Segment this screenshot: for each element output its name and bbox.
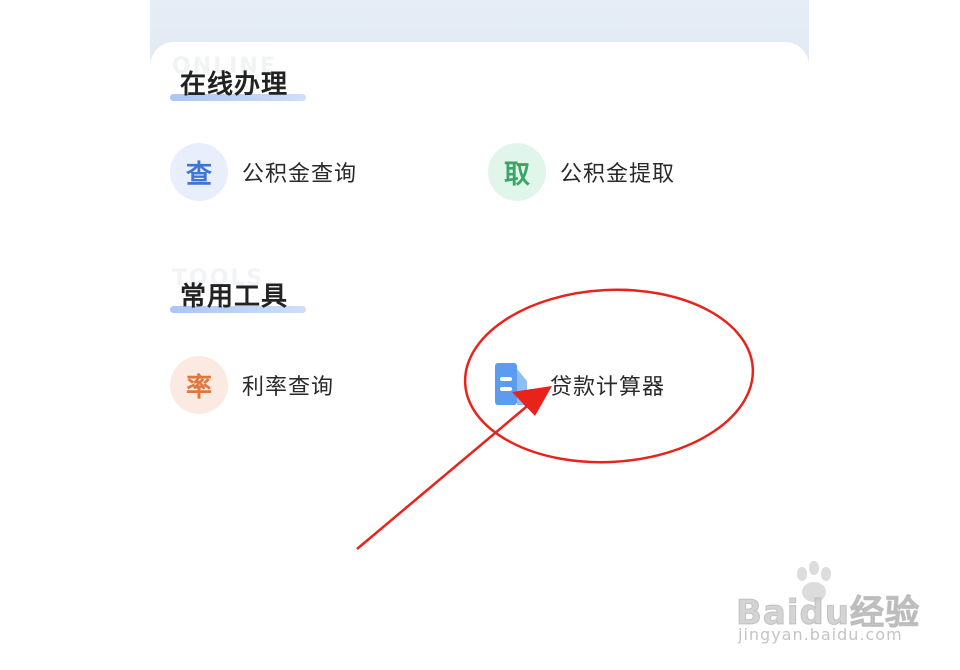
item-fund-query[interactable]: 查 公积金查询 xyxy=(170,142,357,202)
withdraw-badge-icon: 取 xyxy=(488,143,546,201)
item-rate-query[interactable]: 率 利率查询 xyxy=(170,355,334,415)
item-label: 公积金提取 xyxy=(560,162,676,187)
screenshot-page: ONLINE 在线办理 查 公积金查询 取 公积金提取 TOOLS 常用工具 率… xyxy=(0,0,960,670)
item-label: 公积金查询 xyxy=(242,162,358,187)
query-badge-icon: 查 xyxy=(170,143,228,201)
item-fund-withdraw[interactable]: 取 公积金提取 xyxy=(488,142,675,202)
section-title-text: 在线办理 xyxy=(180,70,289,100)
app-screen: ONLINE 在线办理 查 公积金查询 取 公积金提取 TOOLS 常用工具 率… xyxy=(150,0,809,670)
item-label: 贷款计算器 xyxy=(550,375,666,400)
services-card: ONLINE 在线办理 查 公积金查询 取 公积金提取 TOOLS 常用工具 率… xyxy=(150,42,809,670)
section-title-text: 常用工具 xyxy=(180,282,289,312)
item-loan-calculator[interactable]: 贷款计算器 xyxy=(488,355,665,415)
rate-badge-icon: 率 xyxy=(170,356,228,414)
building-calculator-icon xyxy=(488,356,546,414)
paw-logo-icon xyxy=(797,561,831,602)
section-title-online: ONLINE 在线办理 xyxy=(170,54,306,110)
section-title-tools: TOOLS 常用工具 xyxy=(170,266,306,322)
item-label: 利率查询 xyxy=(242,375,335,400)
